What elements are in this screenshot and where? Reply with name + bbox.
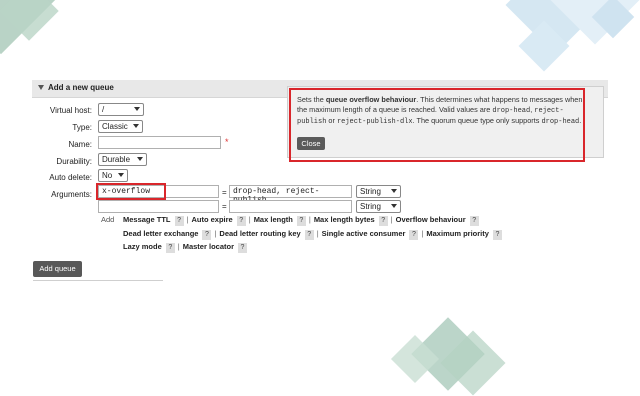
- help-icon[interactable]: ?: [304, 230, 314, 240]
- separator: |: [177, 242, 180, 251]
- durability-value: Durable: [102, 155, 131, 164]
- chevron-down-icon: [134, 107, 140, 111]
- argument-hints-row-2: Dead letter exchange? | Dead letter routin…: [123, 229, 505, 240]
- chevron-down-icon: [133, 124, 139, 128]
- hint-max-length[interactable]: Max length: [254, 215, 293, 224]
- hint-maximum-priority[interactable]: Maximum priority: [426, 229, 489, 238]
- divider: [33, 280, 163, 281]
- add-label: Add: [101, 215, 115, 224]
- name-input[interactable]: [98, 136, 221, 149]
- argument-type-value: String: [360, 202, 381, 211]
- argument-hints-row-1: Message TTL? | Auto expire? | Max length? | Ma…: [123, 215, 482, 226]
- hint-auto-expire[interactable]: Auto expire: [191, 215, 232, 224]
- separator: |: [186, 215, 189, 224]
- hint-dead-letter-exchange[interactable]: Dead letter exchange: [123, 229, 198, 238]
- type-value: Classic: [102, 122, 128, 131]
- arguments-label: Arguments:: [51, 190, 92, 199]
- hint-overflow-behaviour[interactable]: Overflow behaviour: [396, 215, 466, 224]
- hint-message-ttl[interactable]: Message TTL: [123, 215, 171, 224]
- help-icon[interactable]: ?: [238, 243, 247, 253]
- help-icon[interactable]: ?: [165, 243, 175, 253]
- argument-type-value: String: [360, 187, 381, 196]
- argument-value-input[interactable]: [229, 200, 352, 213]
- virtual-host-label: Virtual host:: [49, 106, 92, 115]
- hint-dead-letter-routing-key[interactable]: Dead letter routing key: [219, 229, 300, 238]
- separator: |: [308, 215, 311, 224]
- argument-key-input[interactable]: [98, 200, 219, 213]
- separator: |: [390, 215, 393, 224]
- chevron-down-icon: [118, 173, 124, 177]
- type-label: Type:: [72, 123, 92, 132]
- durability-select[interactable]: Durable: [98, 153, 147, 166]
- separator: |: [421, 229, 424, 238]
- hint-max-length-bytes[interactable]: Max length bytes: [314, 215, 375, 224]
- annotation-highlight: [96, 183, 166, 200]
- hint-lazy-mode[interactable]: Lazy mode: [123, 242, 162, 251]
- collapse-triangle-icon: [38, 85, 44, 90]
- auto-delete-value: No: [102, 171, 113, 180]
- equals-sign: =: [222, 202, 227, 211]
- section-title: Add a new queue: [48, 83, 114, 92]
- hint-master-locator[interactable]: Master locator: [183, 242, 234, 251]
- chevron-down-icon: [391, 204, 397, 208]
- auto-delete-select[interactable]: No: [98, 169, 128, 182]
- help-icon[interactable]: ?: [409, 230, 419, 240]
- help-icon[interactable]: ?: [296, 216, 306, 226]
- type-select[interactable]: Classic: [98, 120, 143, 133]
- argument-type-select[interactable]: String: [356, 200, 401, 213]
- name-label: Name:: [68, 140, 92, 149]
- chevron-down-icon: [137, 157, 143, 161]
- argument-hints-row-3: Lazy mode? | Master locator?: [123, 242, 250, 253]
- help-icon[interactable]: ?: [236, 216, 246, 226]
- separator: |: [214, 229, 217, 238]
- required-mark: *: [225, 137, 229, 147]
- help-icon[interactable]: ?: [492, 230, 502, 240]
- virtual-host-value: /: [102, 105, 105, 114]
- help-icon[interactable]: ?: [202, 230, 212, 240]
- equals-sign: =: [222, 188, 227, 197]
- chevron-down-icon: [391, 189, 397, 193]
- auto-delete-label: Auto delete:: [49, 173, 92, 182]
- add-queue-button[interactable]: Add queue: [33, 261, 82, 277]
- argument-value-input[interactable]: drop-head, reject-publish: [229, 185, 352, 205]
- argument-type-select[interactable]: String: [356, 185, 401, 198]
- separator: |: [248, 215, 251, 224]
- annotation-highlight: [289, 88, 585, 162]
- durability-label: Durability:: [56, 157, 92, 166]
- separator: |: [316, 229, 319, 238]
- help-icon[interactable]: ?: [174, 216, 184, 226]
- hint-single-active-consumer[interactable]: Single active consumer: [322, 229, 406, 238]
- help-icon[interactable]: ?: [469, 216, 479, 226]
- virtual-host-select[interactable]: /: [98, 103, 144, 116]
- help-icon[interactable]: ?: [378, 216, 388, 226]
